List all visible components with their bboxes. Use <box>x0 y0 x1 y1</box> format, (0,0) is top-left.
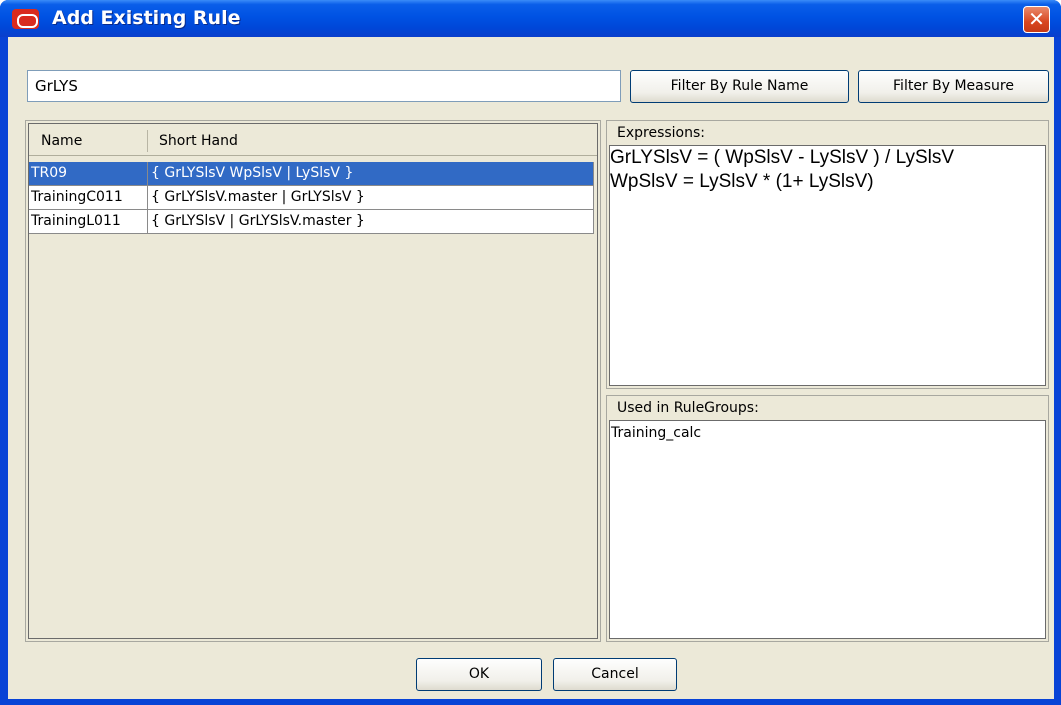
expression-line: GrLYSlsV = ( WpSlsV - LySlsV ) / LySlsV <box>610 147 955 168</box>
list-item[interactable]: Training_calc <box>610 421 1045 445</box>
column-header-name[interactable]: Name <box>41 133 82 149</box>
ok-button[interactable]: OK <box>416 658 542 691</box>
expressions-text-area[interactable]: GrLYSlsV = ( WpSlsV - LySlsV ) / LySlsV … <box>609 145 1046 386</box>
expression-line: WpSlsV = LySlsV * (1+ LySlsV) <box>610 171 874 192</box>
rule-short-hand-cell: { GrLYSlsV WpSlsV | LySlsV } <box>149 162 594 185</box>
column-header-short-hand[interactable]: Short Hand <box>159 133 238 149</box>
expressions-label: Expressions: <box>617 125 706 141</box>
column-divider[interactable] <box>147 130 148 152</box>
rule-name-cell: TR09 <box>29 162 148 185</box>
used-in-rulegroups-label: Used in RuleGroups: <box>617 400 759 416</box>
filter-input[interactable] <box>27 70 621 102</box>
table-header: Name Short Hand <box>29 124 597 156</box>
expressions-panel: Expressions: GrLYSlsV = ( WpSlsV - LySls… <box>606 120 1049 389</box>
used-in-rulegroups-list[interactable]: Training_calc <box>609 420 1046 639</box>
filter-by-measure-button[interactable]: Filter By Measure <box>858 70 1049 103</box>
used-in-rulegroups-panel: Used in RuleGroups: Training_calc <box>606 395 1049 642</box>
title-bar[interactable]: Add Existing Rule ✕ <box>0 0 1061 37</box>
filter-by-rule-name-button[interactable]: Filter By Rule Name <box>630 70 849 103</box>
dialog-body: Filter By Rule Name Filter By Measure Na… <box>8 37 1054 699</box>
rule-short-hand-cell: { GrLYSlsV.master | GrLYSlsV } <box>149 186 594 209</box>
rules-table-panel: Name Short Hand TR09 { GrLYSlsV WpSlsV |… <box>25 120 601 642</box>
table-row[interactable]: TrainingC011 { GrLYSlsV.master | GrLYSls… <box>29 186 594 210</box>
oracle-logo-icon <box>12 9 39 29</box>
window-title: Add Existing Rule <box>52 7 241 29</box>
table-row[interactable]: TrainingL011 { GrLYSlsV | GrLYSlsV.maste… <box>29 210 594 234</box>
cancel-button[interactable]: Cancel <box>553 658 677 691</box>
rule-short-hand-cell: { GrLYSlsV | GrLYSlsV.master } <box>149 210 594 233</box>
table-row[interactable]: TR09 { GrLYSlsV WpSlsV | LySlsV } <box>29 162 594 186</box>
close-icon[interactable]: ✕ <box>1023 6 1050 33</box>
rule-name-cell: TrainingL011 <box>29 210 148 233</box>
dialog-window: Add Existing Rule ✕ Filter By Rule Name … <box>0 0 1061 705</box>
rule-name-cell: TrainingC011 <box>29 186 148 209</box>
rules-table[interactable]: Name Short Hand TR09 { GrLYSlsV WpSlsV |… <box>28 123 598 639</box>
